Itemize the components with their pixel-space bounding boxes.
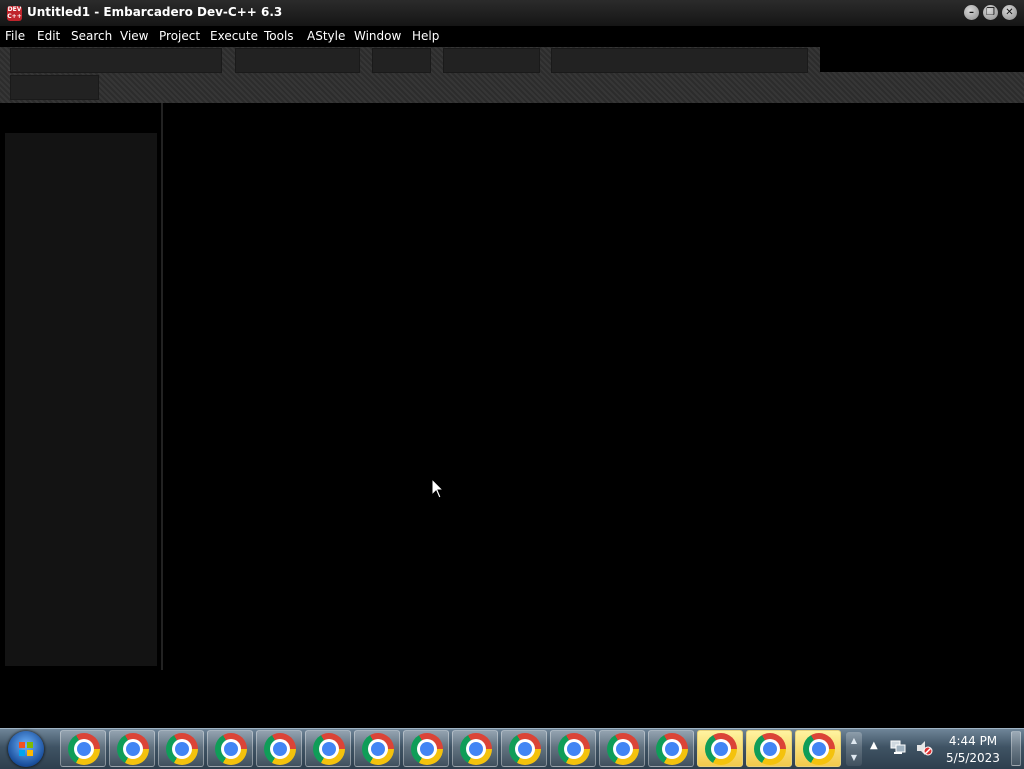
windows-logo-icon [19,742,33,756]
clock-date[interactable]: 5/5/2023 [942,751,1004,765]
toolbar-compile[interactable] [443,48,540,73]
clock-time[interactable]: 4:44 PM [942,734,1004,748]
close-button[interactable]: ✕ [1002,5,1017,20]
taskbar: ▲ ▼ ▲ 4:44 PM 5/5/2023 [0,728,1024,769]
taskbar-chrome-button-active[interactable] [746,730,792,767]
show-desktop-button[interactable] [1011,731,1021,766]
chrome-icon [313,733,345,765]
taskbar-chrome-button[interactable] [648,730,694,767]
menu-astyle[interactable]: AStyle [307,29,345,43]
start-button[interactable] [8,731,44,767]
minimize-button[interactable]: – [964,5,979,20]
taskbar-chrome-button[interactable] [256,730,302,767]
scroll-up-icon[interactable]: ▲ [846,732,862,749]
menu-edit[interactable]: Edit [37,29,60,43]
chrome-icon [803,733,835,765]
pane-splitter[interactable] [161,103,163,670]
menu-help[interactable]: Help [412,29,439,43]
menu-file[interactable]: File [5,29,25,43]
chrome-icon [656,733,688,765]
chrome-icon [411,733,443,765]
devcpp-app-icon[interactable]: DEV C++ [7,6,22,21]
menu-execute[interactable]: Execute [210,29,258,43]
chrome-icon [509,733,541,765]
chrome-icon [607,733,639,765]
menu-window[interactable]: Window [354,29,401,43]
taskbar-chrome-button[interactable] [452,730,498,767]
editor-area[interactable] [164,103,1024,728]
chrome-icon [558,733,590,765]
window-title: Untitled1 - Embarcadero Dev-C++ 6.3 [27,5,283,19]
chrome-icon [264,733,296,765]
scroll-down-icon[interactable]: ▼ [846,749,862,766]
project-tree-panel[interactable] [5,133,157,666]
chrome-icon [117,733,149,765]
menu-tools[interactable]: Tools [264,29,294,43]
taskbar-chrome-button[interactable] [403,730,449,767]
menu-project[interactable]: Project [159,29,200,43]
toolbar-project[interactable] [551,48,808,73]
toolbar-class-selector[interactable] [820,47,1024,72]
taskbar-chrome-button[interactable] [354,730,400,767]
taskbar-chrome-button[interactable] [305,730,351,767]
taskbar-chrome-button[interactable] [501,730,547,767]
chrome-icon [362,733,394,765]
taskbar-chrome-button-active[interactable] [795,730,841,767]
chrome-icon [215,733,247,765]
taskbar-chrome-button[interactable] [599,730,645,767]
toolbar-edit[interactable] [235,48,360,73]
chrome-icon [68,733,100,765]
network-icon[interactable] [890,739,906,755]
title-bar[interactable]: DEV C++ Untitled1 - Embarcadero Dev-C++ … [0,0,1024,27]
mouse-pointer-icon [431,478,445,499]
menu-search[interactable]: Search [71,29,112,43]
show-hidden-icons-button[interactable]: ▲ [870,740,878,751]
restore-button[interactable]: ❐ [983,5,998,20]
toolbar-specials[interactable] [10,75,99,100]
toolbar-search[interactable] [372,48,431,73]
chrome-icon [460,733,492,765]
menu-view[interactable]: View [120,29,148,43]
toolbar-area [0,47,1024,103]
chrome-icon [705,733,737,765]
taskbar-chrome-button-active[interactable] [697,730,743,767]
menu-bar: File Edit Search View Project Execute To… [0,26,1024,47]
taskbar-chrome-button[interactable] [550,730,596,767]
chrome-icon [166,733,198,765]
toolbar-main[interactable] [10,48,222,73]
taskbar-chrome-button[interactable] [109,730,155,767]
taskbar-scroll-control[interactable]: ▲ ▼ [846,732,862,766]
taskbar-chrome-button[interactable] [158,730,204,767]
taskbar-chrome-button[interactable] [207,730,253,767]
taskbar-chrome-button[interactable] [60,730,106,767]
volume-muted-icon[interactable] [915,739,933,757]
chrome-icon [754,733,786,765]
